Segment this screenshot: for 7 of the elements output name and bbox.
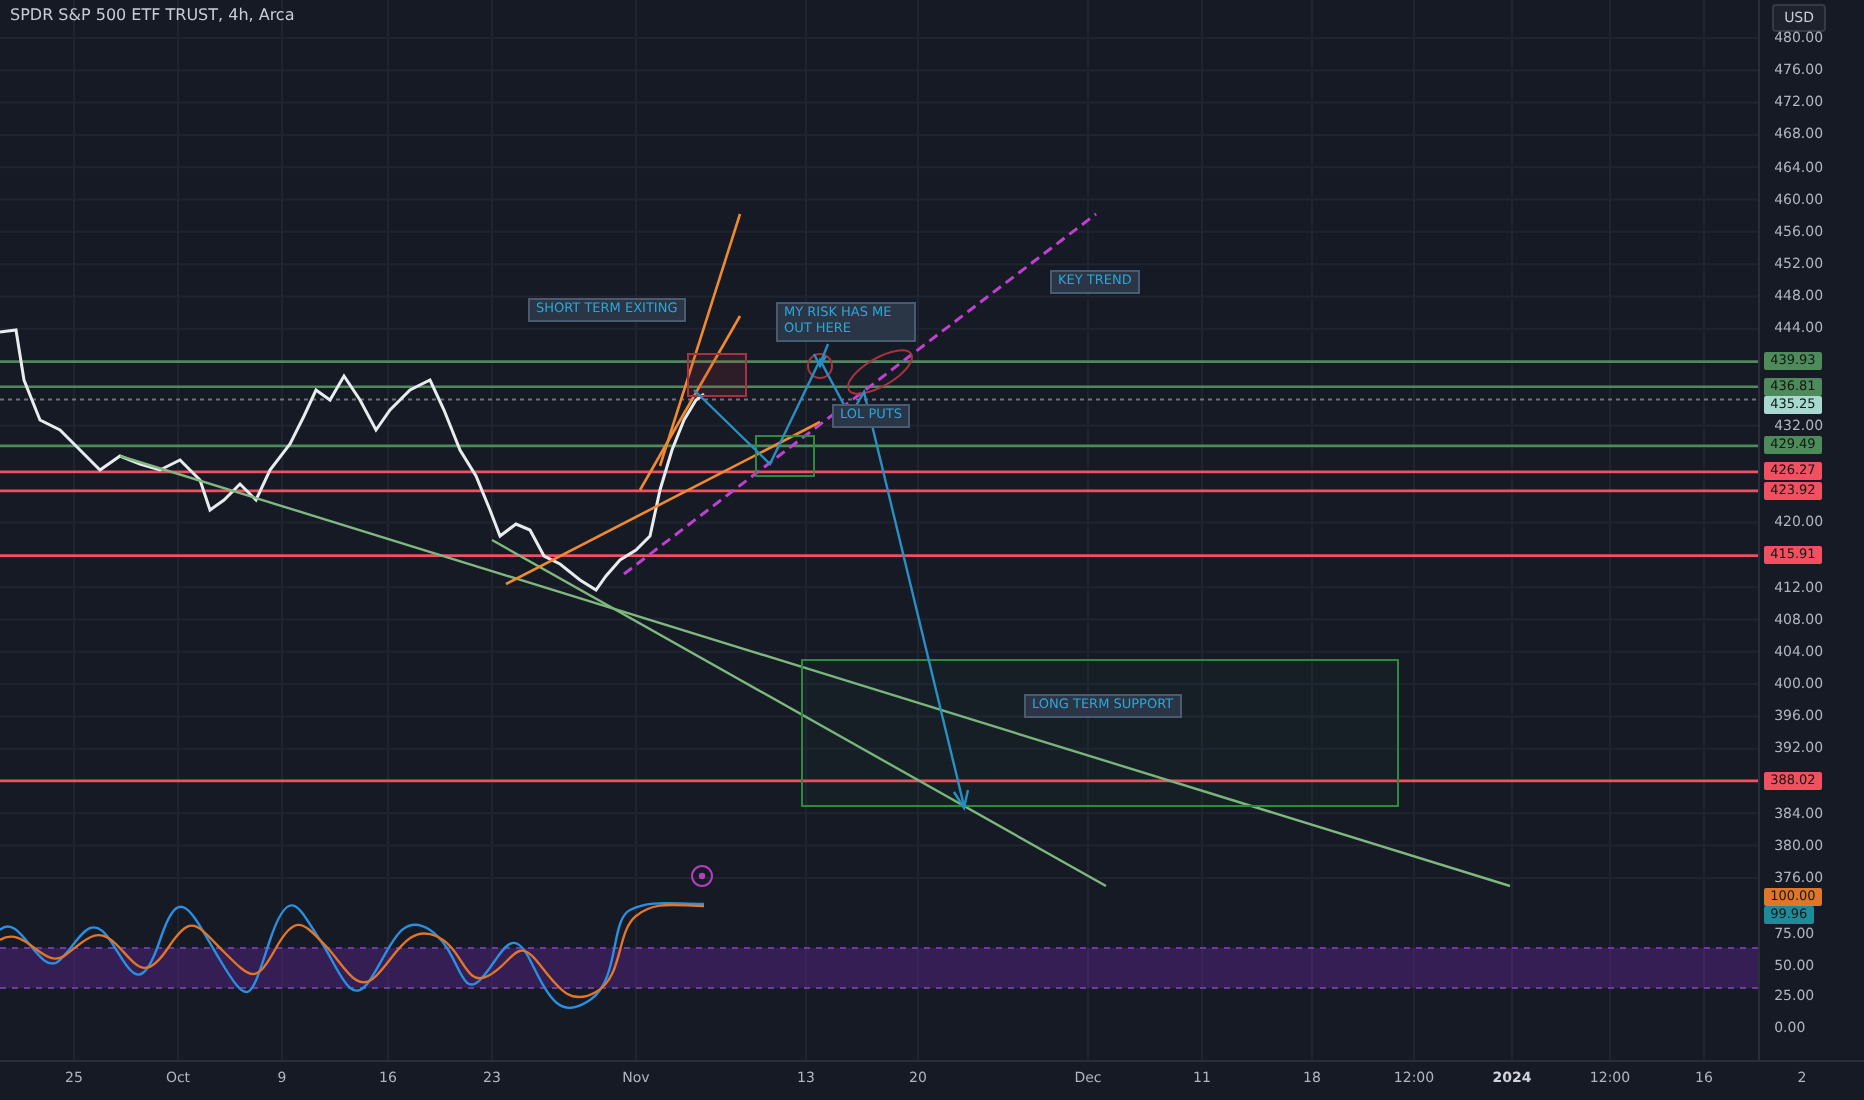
arrow	[812, 343, 830, 369]
rectangle-drawing	[687, 353, 747, 397]
rectangle-drawing	[755, 435, 815, 477]
eye-icon[interactable]	[691, 865, 713, 887]
circle-drawing	[807, 353, 833, 379]
chart-legend: SPDR S&P 500 ETF TRUST, 4h, Arca	[10, 6, 295, 24]
ellipse-drawing	[847, 349, 913, 395]
